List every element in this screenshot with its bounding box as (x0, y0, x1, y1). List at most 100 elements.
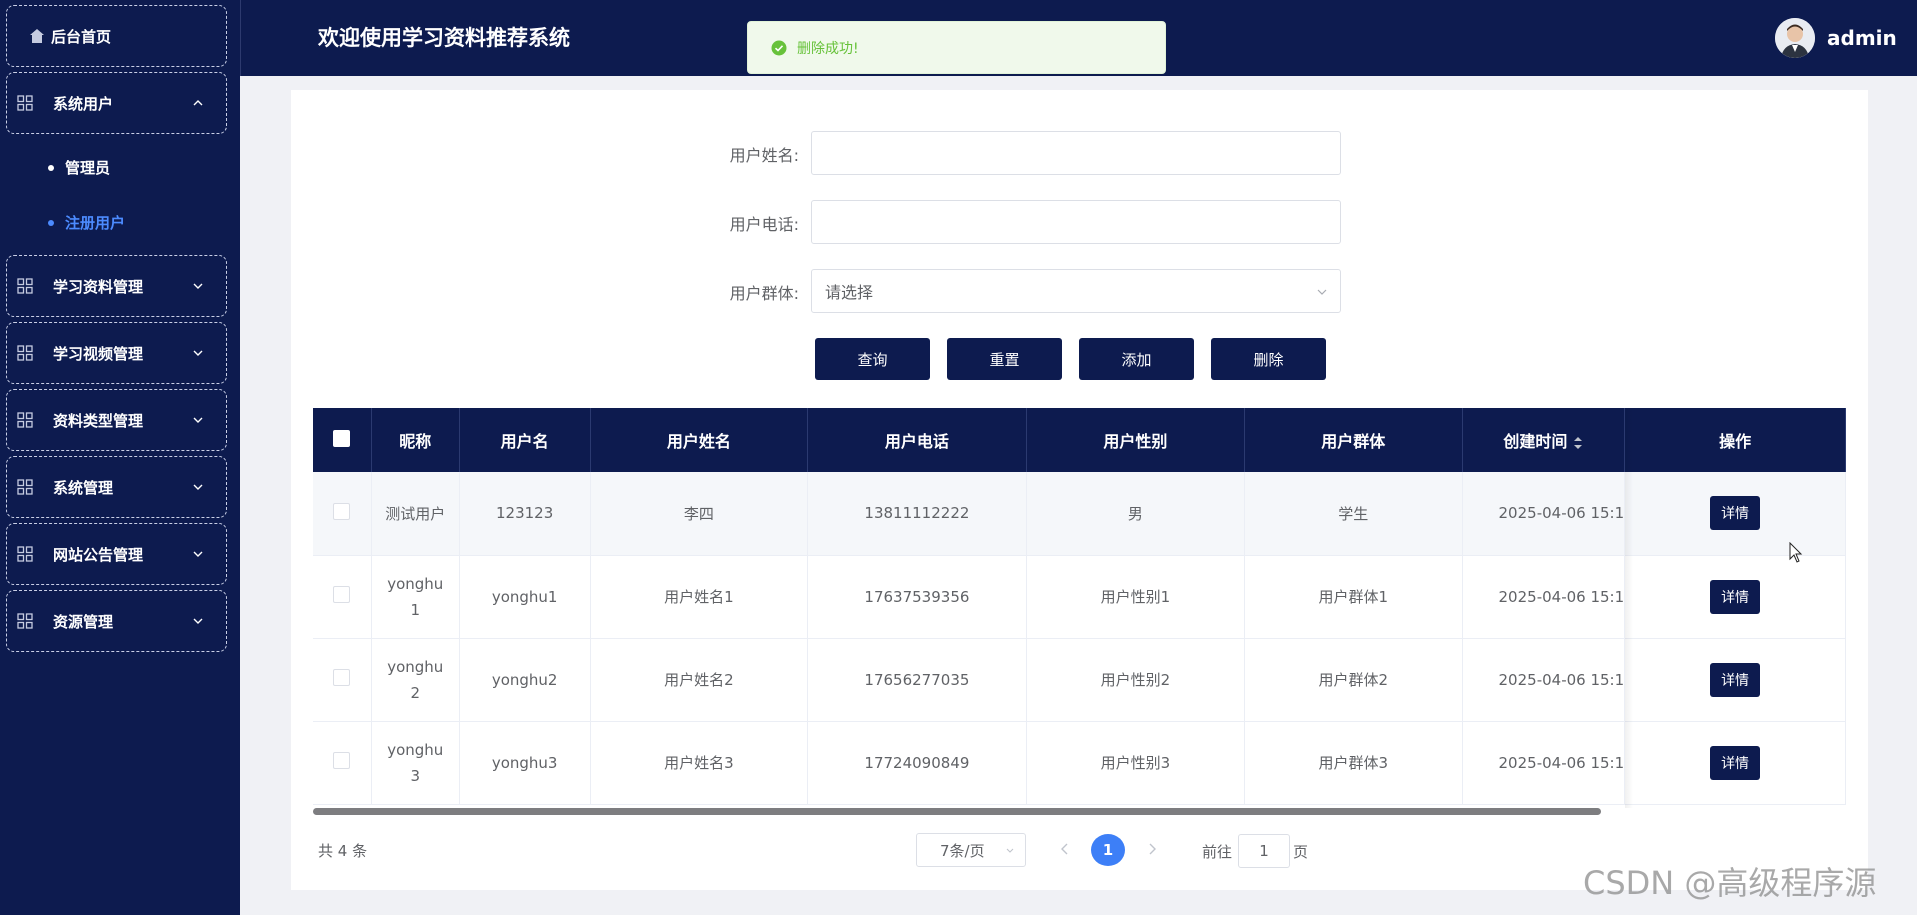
sidebar-group-announcements[interactable]: 网站公告管理 (6, 523, 227, 585)
sidebar-item-label: 后台首页 (51, 27, 112, 46)
bullet-icon (48, 219, 54, 226)
table-row: yonghu 2 yonghu2 用户姓名2 17656277035 用户性别2… (313, 638, 1846, 722)
sidebar-group-system-users[interactable]: 系统用户 (6, 72, 227, 134)
page-size-value: 7条/页 (940, 841, 985, 860)
grid-icon (17, 546, 33, 562)
next-page-icon[interactable] (1146, 842, 1158, 856)
column-header: 用户电话 (807, 408, 1027, 472)
page-size-select[interactable]: 7条/页 (916, 833, 1026, 867)
sidebar-item-registered-users[interactable]: 注册用户 (48, 212, 125, 233)
created-cell: 2025-04-06 15:1 (1462, 555, 1626, 639)
fixed-column-shadow (1625, 408, 1633, 808)
sidebar-group-study-videos[interactable]: 学习视频管理 (6, 322, 227, 384)
main-panel: 用户姓名: 用户电话: 用户群体: 请选择 查询 重置 添加 删除 昵称 用户名… (291, 90, 1868, 890)
table-header-row: 昵称 用户名 用户姓名 用户电话 用户性别 用户群体 创建时间 操作 (313, 408, 1846, 472)
sidebar-item-label: 注册用户 (65, 214, 126, 232)
goto-page-input[interactable]: 1 (1238, 834, 1290, 868)
chevron-down-icon (193, 283, 203, 289)
delete-button[interactable]: 删除 (1211, 338, 1326, 380)
row-checkbox[interactable] (333, 502, 351, 520)
sidebar-group-study-materials[interactable]: 学习资料管理 (6, 255, 227, 317)
admin-username[interactable]: admin (1827, 26, 1897, 50)
user-avatar-icon (1775, 18, 1815, 58)
group-select[interactable]: 请选择 (811, 269, 1341, 313)
nickname-cell: 测试用户 (371, 472, 460, 556)
toast-message: 删除成功! (797, 40, 859, 57)
home-icon (30, 29, 44, 43)
query-button[interactable]: 查询 (815, 338, 930, 380)
detail-button[interactable]: 详情 (1710, 745, 1761, 780)
chevron-down-icon (1006, 848, 1014, 853)
sidebar-item-label: 管理员 (65, 159, 111, 177)
horizontal-scrollbar[interactable] (313, 808, 1601, 815)
created-cell: 2025-04-06 15:1 (1462, 638, 1626, 722)
sidebar-group-label: 资料类型管理 (53, 411, 144, 430)
success-toast: 删除成功! (747, 21, 1166, 74)
sidebar-group-resources[interactable]: 资源管理 (6, 590, 227, 652)
sidebar-item-admins[interactable]: 管理员 (48, 157, 110, 178)
grid-icon (17, 278, 33, 294)
column-header: 用户姓名 (590, 408, 809, 472)
detail-button[interactable]: 详情 (1710, 496, 1761, 531)
sidebar-group-label: 学习视频管理 (53, 344, 144, 363)
gender-cell: 用户性别2 (1026, 638, 1246, 722)
sidebar-group-label: 系统用户 (53, 94, 114, 113)
reset-button[interactable]: 重置 (947, 338, 1062, 380)
watermark: CSDN @高级程序源 (1583, 864, 1877, 902)
sidebar-group-label: 资源管理 (53, 612, 114, 631)
phone-cell: 17637539356 (807, 555, 1027, 639)
group-label: 用户群体: (729, 284, 799, 303)
gender-cell: 男 (1026, 472, 1246, 556)
row-checkbox-cell[interactable] (313, 555, 372, 639)
add-button[interactable]: 添加 (1079, 338, 1194, 380)
table-row: yonghu 3 yonghu3 用户姓名3 17724090849 用户性别3… (313, 721, 1846, 805)
page-number-current[interactable]: 1 (1091, 834, 1125, 866)
row-checkbox-cell[interactable] (313, 638, 372, 722)
action-cell: 详情 (1624, 721, 1846, 805)
name-cell: 李四 (590, 472, 809, 556)
row-checkbox[interactable] (333, 669, 351, 686)
group-cell: 学生 (1244, 472, 1463, 556)
sidebar-group-system-management[interactable]: 系统管理 (6, 456, 227, 518)
chevron-down-icon (193, 417, 203, 423)
bullet-icon (48, 164, 54, 171)
username-cell: 123123 (459, 472, 591, 556)
created-cell: 2025-04-06 15:1 (1462, 721, 1626, 805)
name-input[interactable] (811, 131, 1341, 175)
detail-button[interactable]: 详情 (1710, 662, 1761, 697)
chevron-down-icon (193, 551, 203, 557)
column-header: 用户性别 (1026, 408, 1246, 472)
nickname-cell: yonghu 2 (371, 638, 460, 722)
table-row: 测试用户 123123 李四 13811112222 男 学生 2025-04-… (313, 472, 1846, 556)
created-time-header[interactable]: 创建时间 (1462, 408, 1626, 472)
row-checkbox-cell[interactable] (313, 472, 372, 556)
phone-input[interactable] (811, 200, 1341, 244)
detail-button[interactable]: 详情 (1710, 579, 1761, 614)
column-header: 操作 (1624, 408, 1846, 472)
avatar[interactable] (1775, 18, 1815, 58)
select-all-checkbox[interactable] (333, 429, 351, 447)
system-title: 欢迎使用学习资料推荐系统 (318, 26, 570, 50)
sidebar-item-home[interactable]: 后台首页 (6, 5, 227, 67)
created-cell: 2025-04-06 15:1 (1462, 472, 1626, 556)
prev-page-icon[interactable] (1059, 842, 1071, 856)
sidebar-group-label: 系统管理 (53, 478, 114, 497)
row-checkbox[interactable] (333, 586, 351, 603)
sidebar-group-label: 学习资料管理 (53, 277, 144, 296)
chevron-down-icon (1317, 289, 1327, 295)
row-checkbox[interactable] (333, 752, 351, 769)
select-all-cell[interactable] (313, 408, 372, 472)
chevron-down-icon (193, 618, 203, 624)
row-checkbox-cell[interactable] (313, 721, 372, 805)
sidebar-group-material-types[interactable]: 资料类型管理 (6, 389, 227, 451)
column-header: 用户名 (459, 408, 591, 472)
sort-icon[interactable] (1573, 436, 1583, 450)
username-cell: yonghu2 (459, 638, 591, 722)
grid-icon (17, 412, 33, 428)
phone-cell: 17656277035 (807, 638, 1027, 722)
username-cell: yonghu1 (459, 555, 591, 639)
phone-cell: 13811112222 (807, 472, 1027, 556)
chevron-down-icon (193, 484, 203, 490)
group-select-placeholder: 请选择 (825, 283, 874, 302)
phone-label: 用户电话: (729, 215, 799, 234)
